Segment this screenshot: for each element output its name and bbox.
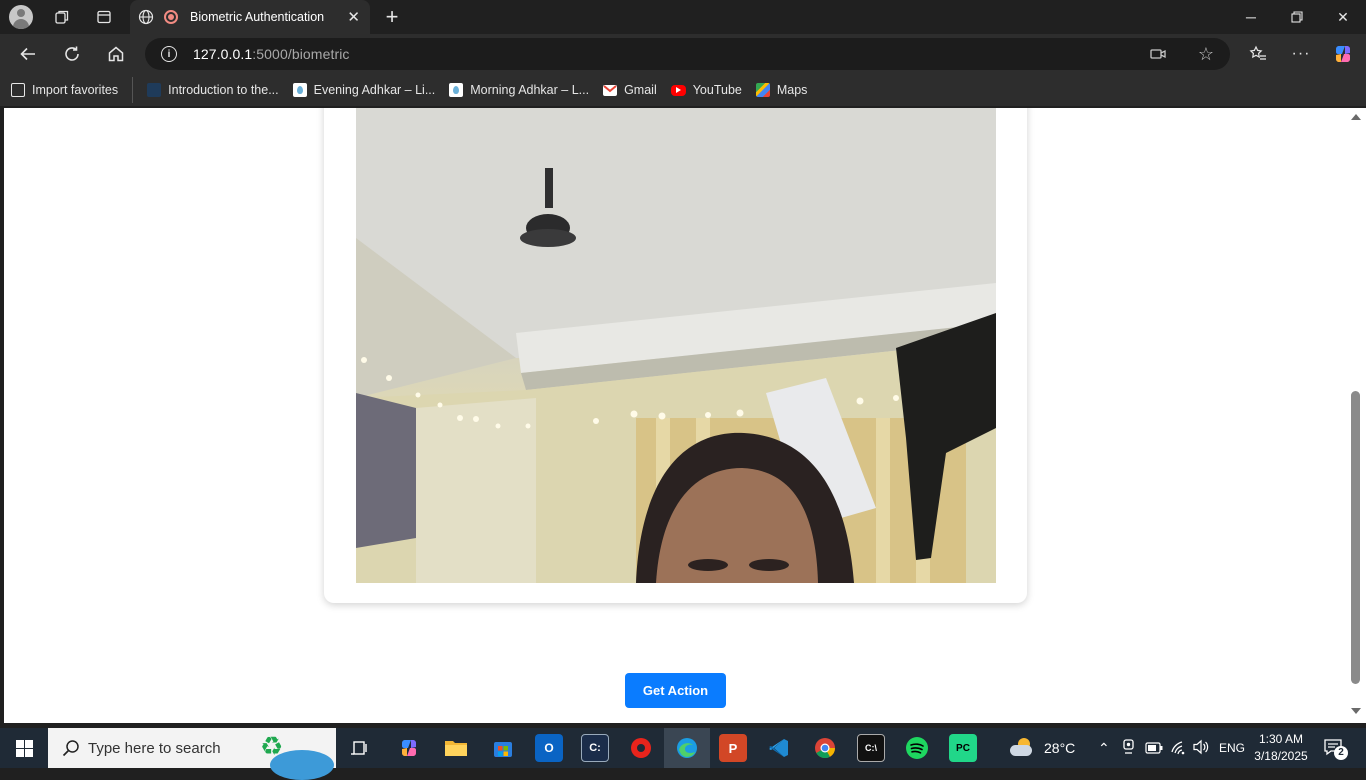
url-host: 127.0.0.1 [193,46,253,62]
terminal-app-icon[interactable]: C: [581,734,609,762]
vscode-icon[interactable] [765,734,793,762]
camera-card [324,108,1027,603]
back-icon[interactable] [13,40,43,68]
camera-in-use-icon[interactable] [1150,48,1166,60]
bookmark-evening-adhkar[interactable]: Evening Adhkar – Li... [287,77,442,103]
refresh-icon[interactable] [57,40,87,68]
edge-browser-icon[interactable] [673,734,701,762]
copilot-icon[interactable] [1328,40,1358,68]
recording-icon [164,10,178,24]
powerpoint-icon[interactable]: P [719,734,747,762]
bookmark-morning-adhkar[interactable]: Morning Adhkar – L... [443,77,595,103]
tab-actions-icon[interactable] [90,3,118,31]
browser-title-bar: Biometric Authentication ✕ + ─ ✕ [0,0,1366,34]
camera-privacy-icon[interactable] [1122,739,1136,758]
drop-icon [292,83,307,97]
page-scrollbar[interactable] [1347,108,1366,723]
minimize-icon[interactable]: ─ [1228,0,1274,34]
input-language[interactable]: ENG [1219,741,1245,755]
volume-icon[interactable] [1192,739,1210,760]
weather-temperature: 28°C [1044,740,1076,756]
restore-icon[interactable] [1274,0,1320,34]
tab-title: Biometric Authentication [190,10,325,24]
profile-avatar[interactable] [9,5,33,29]
chrome-icon[interactable] [811,734,839,762]
home-icon[interactable] [101,40,131,68]
close-tab-icon[interactable]: ✕ [347,8,360,26]
clock-date: 3/18/2025 [1254,749,1308,763]
weather-widget[interactable]: 28°C [1010,738,1075,758]
windows-taskbar: Type here to search ♻ O C: P C:\ PC 28°C [0,728,1366,780]
copilot-taskbar-icon[interactable] [395,734,423,762]
windows-start-icon[interactable] [16,740,33,757]
search-placeholder: Type here to search [88,739,221,757]
gmail-icon [603,84,618,96]
system-clock[interactable]: 1:30 AM 3/18/2025 [1250,731,1312,765]
new-tab-icon[interactable]: + [378,3,406,31]
earth-icon [270,750,334,780]
search-icon [62,739,80,757]
workspaces-icon[interactable] [48,3,76,31]
bookmark-introduction[interactable]: Introduction to the... [141,77,285,103]
more-options-icon[interactable]: ··· [1286,40,1316,68]
partly-cloudy-icon [1010,738,1036,758]
scroll-up-icon[interactable] [1351,114,1361,120]
url-path: :5000/biometric [252,46,350,62]
microsoft-store-icon[interactable] [489,734,517,762]
battery-icon[interactable] [1145,741,1163,759]
get-action-button[interactable]: Get Action [625,673,726,708]
bookmark-maps[interactable]: Maps [750,77,814,103]
navigation-bar: i 127.0.0.1:5000/biometric ☆ ··· [0,34,1366,74]
import-icon [11,83,25,97]
globe-icon [138,9,154,25]
maps-icon [755,83,770,97]
bookmark-gmail[interactable]: Gmail [597,77,663,103]
favorite-star-icon[interactable]: ☆ [1198,44,1214,65]
bookmark-youtube[interactable]: YouTube [665,77,748,103]
taskbar-search-box[interactable]: Type here to search ♻ [48,728,336,780]
webcam-video-feed [356,108,996,583]
page-content: Get Action [4,108,1347,723]
favorites-icon[interactable] [1243,40,1273,68]
scroll-thumb[interactable] [1351,391,1360,684]
file-explorer-icon[interactable] [442,734,470,762]
command-prompt-icon[interactable]: C:\ [857,734,885,762]
favorites-bar: Import favorites Introduction to the... … [0,74,1366,106]
notification-badge: 2 [1334,746,1348,760]
bookmark-import-favorites[interactable]: Import favorites [5,77,134,103]
show-hidden-icons-icon[interactable]: ⌃ [1098,740,1110,757]
scroll-down-icon[interactable] [1351,708,1361,714]
wifi-icon[interactable] [1170,739,1188,760]
page-icon [147,83,162,97]
address-bar[interactable]: i 127.0.0.1:5000/biometric ☆ [145,38,1230,70]
clock-time: 1:30 AM [1258,732,1304,746]
tab-biometric-authentication[interactable]: Biometric Authentication ✕ [130,0,370,34]
outlook-icon[interactable]: O [535,734,563,762]
task-view-icon[interactable] [346,734,374,762]
youtube-icon [670,84,686,96]
pycharm-icon[interactable]: PC [949,734,977,762]
close-window-icon[interactable]: ✕ [1320,0,1366,34]
record-app-icon[interactable] [627,734,655,762]
site-info-icon[interactable]: i [161,46,177,62]
drop-icon [449,83,464,97]
spotify-icon[interactable] [903,734,931,762]
notification-center[interactable]: 2 [1323,738,1348,760]
